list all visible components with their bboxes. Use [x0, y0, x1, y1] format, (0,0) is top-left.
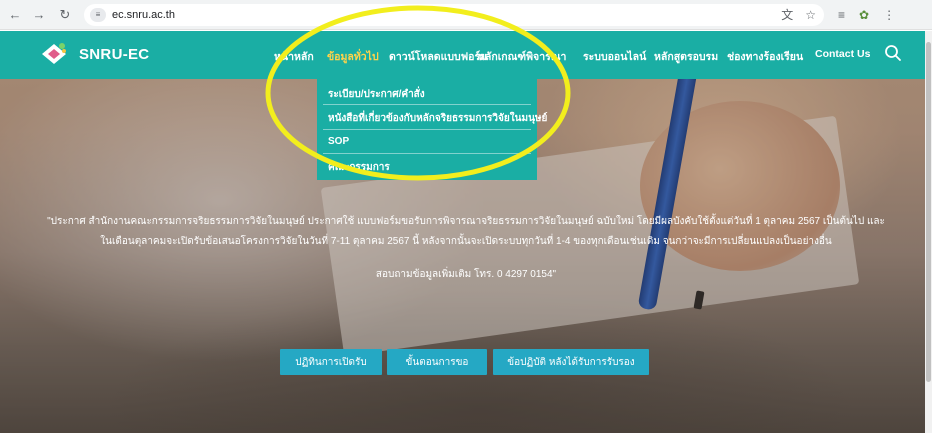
snru-logo-icon[interactable] [40, 40, 68, 68]
dropdown-item-sop[interactable]: SOP [328, 136, 349, 147]
nav-download-forms[interactable]: ดาวน์โหลดแบบฟอร์ม [389, 48, 487, 65]
menu-dots-icon[interactable]: ⋮ [883, 8, 895, 22]
calendar-button[interactable]: ปฏิทินการเปิดรับ [280, 349, 382, 375]
dropdown-item-ethics-books[interactable]: หนังสือที่เกี่ยวข้องกับหลักจริยธรรมการวิ… [328, 111, 547, 126]
browser-toolbar: ← → ↻ ≡ ec.snru.ac.th 文 ☆ ≡ ✿ ⋮ [0, 0, 932, 30]
reading-list-icon[interactable]: ≡ [838, 8, 845, 22]
notice-line-3: สอบถามข้อมูลเพิ่มเติม โทร. 0 4297 0154" [375, 269, 557, 280]
translate-icon[interactable]: 文 [781, 6, 793, 23]
dropdown-divider [323, 129, 531, 130]
nav-courses[interactable]: หลักสูตรอบรม [654, 48, 718, 65]
reload-icon[interactable]: ↻ [56, 6, 74, 24]
dropdown-divider [323, 153, 531, 154]
search-icon[interactable] [884, 44, 902, 62]
extension-icon[interactable]: ✿ [859, 8, 869, 22]
forward-icon[interactable]: → [30, 6, 48, 24]
notice-line-1: "ประกาศ สำนักงานคณะกรรมการจริยธรรมการวิจ… [47, 216, 885, 227]
site-info-icon[interactable]: ≡ [90, 7, 106, 22]
site-brand[interactable]: SNRU-EC [79, 46, 149, 63]
dropdown-item-committee[interactable]: คณะกรรมการ [328, 160, 390, 175]
steps-button[interactable]: ขั้นตอนการขอ [387, 349, 487, 375]
dropdown-item-regulations[interactable]: ระเบียบ/ประกาศ/คำสั่ง [328, 87, 425, 102]
nav-criteria[interactable]: หลักเกณฑ์พิจารณา [478, 48, 566, 65]
site-navbar: SNRU-EC หน้าหลัก ข้อมูลทั่วไป ดาวน์โหลดแ… [0, 31, 932, 79]
nav-online-system[interactable]: ระบบออนไลน์ [583, 48, 646, 65]
after-approval-button[interactable]: ข้อปฏิบัติ หลังได้รับการรับรอง [493, 349, 649, 375]
webpage: SNRU-EC หน้าหลัก ข้อมูลทั่วไป ดาวน์โหลดแ… [0, 31, 932, 433]
nav-general-info[interactable]: ข้อมูลทั่วไป [327, 48, 379, 65]
address-bar[interactable]: ≡ ec.snru.ac.th 文 ☆ [84, 3, 824, 26]
nav-complaint[interactable]: ช่องทางร้องเรียน [727, 48, 803, 65]
nav-contact-us[interactable]: Contact Us [815, 48, 870, 60]
scrollbar-thumb[interactable] [926, 42, 931, 382]
notice-line-2: ในเดือนตุลาคมจะเปิดรับข้อเสนอโครงการวิจั… [100, 236, 832, 247]
bookmark-star-icon[interactable]: ☆ [805, 8, 816, 22]
dropdown-divider [323, 104, 531, 105]
back-icon[interactable]: ← [6, 6, 24, 24]
url-text[interactable]: ec.snru.ac.th [112, 9, 175, 21]
general-info-dropdown: ระเบียบ/ประกาศ/คำสั่ง หนังสือที่เกี่ยวข้… [317, 79, 547, 180]
nav-home[interactable]: หน้าหลัก [274, 48, 314, 65]
